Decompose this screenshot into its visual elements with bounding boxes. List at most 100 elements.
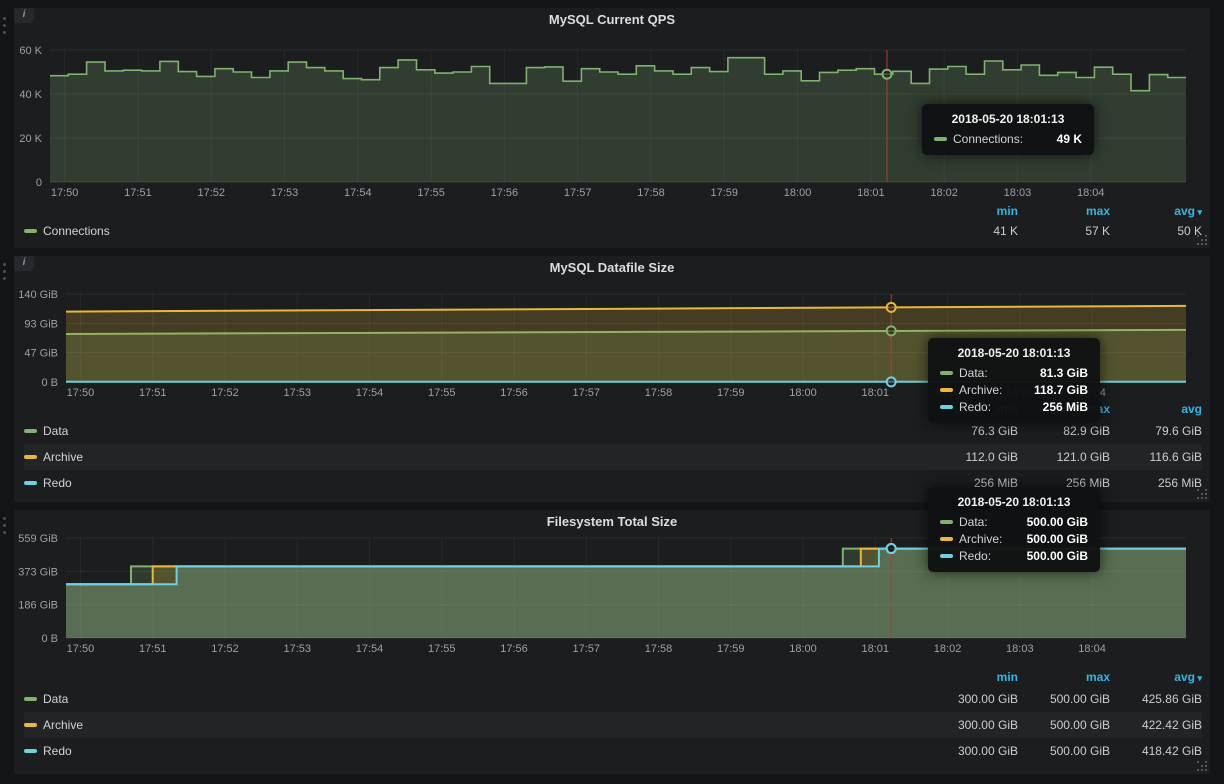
legend-series-row: Archive 112.0 GiB121.0 GiB116.6 GiB <box>24 444 1202 470</box>
legend-header-row: minmaxavg ▾ <box>24 202 1202 220</box>
x-axis-tick-label: 17:59 <box>717 387 745 399</box>
tooltip-series-name: Redo: <box>959 549 991 563</box>
legend-stat-value: 50 K <box>1110 224 1202 238</box>
x-axis-tick-label: 18:04 <box>1078 643 1106 655</box>
tooltip-timestamp: 2018-05-20 18:01:13 <box>940 346 1088 360</box>
x-axis-tick-label: 17:54 <box>356 387 384 399</box>
hover-point-marker <box>882 70 891 79</box>
x-axis-tick-label: 17:55 <box>417 187 445 199</box>
panel-resize-handle[interactable] <box>1197 489 1207 499</box>
x-axis-tick-label: 17:51 <box>124 187 152 199</box>
panel-resize-handle[interactable] <box>1197 761 1207 771</box>
y-axis-tick-label: 20 K <box>19 133 42 145</box>
panel-title[interactable]: MySQL Datafile Size <box>14 260 1210 275</box>
x-axis-tick-label: 17:58 <box>645 643 673 655</box>
y-axis-tick-label: 140 GiB <box>18 289 58 301</box>
legend-sort-max[interactable]: max <box>1018 204 1110 218</box>
hover-point-marker <box>887 544 896 553</box>
legend-stat-value: 116.6 GiB <box>1110 450 1202 464</box>
tooltip-series-value: 500.00 GiB <box>1013 515 1088 529</box>
series-color-swatch-icon <box>940 554 953 558</box>
legend-series-name: Archive <box>43 450 83 464</box>
legend-series-toggle[interactable]: Archive <box>24 718 926 732</box>
legend-sort-avg[interactable]: avg ▾ <box>1110 204 1202 218</box>
legend-stat-value: 112.0 GiB <box>926 450 1018 464</box>
x-axis-tick-label: 18:00 <box>789 387 817 399</box>
legend-series-row: Archive300.00 GiB500.00 GiB422.42 GiB <box>24 712 1202 738</box>
x-axis-tick-label: 17:56 <box>500 387 528 399</box>
legend-series-toggle[interactable]: Redo <box>24 476 926 490</box>
tooltip-timestamp: 2018-05-20 18:01:13 <box>934 112 1082 126</box>
legend-stat-value: 418.42 GiB <box>1110 744 1202 758</box>
x-axis-tick-label: 17:55 <box>428 387 456 399</box>
legend-series-name: Redo <box>43 744 72 758</box>
tooltip-series-value: 256 MiB <box>1029 400 1088 414</box>
x-axis-tick-label: 18:01 <box>862 643 890 655</box>
series-color-swatch-icon <box>24 749 37 753</box>
tooltip-series-name: Redo: <box>959 400 991 414</box>
x-axis-tick-label: 17:51 <box>139 643 167 655</box>
x-axis-tick-label: 18:02 <box>934 643 962 655</box>
panel-resize-handle[interactable] <box>1197 235 1207 245</box>
legend-stat-value: 57 K <box>1018 224 1110 238</box>
x-axis-tick-label: 17:53 <box>283 643 311 655</box>
x-axis-tick-label: 18:00 <box>789 643 817 655</box>
legend-series-toggle[interactable]: Data <box>24 424 926 438</box>
legend-stat-value: 500.00 GiB <box>1018 692 1110 706</box>
tooltip-series-name: Data: <box>959 515 988 529</box>
x-axis-tick-label: 17:51 <box>139 387 167 399</box>
y-axis-tick-label: 559 GiB <box>18 533 58 545</box>
x-axis-tick-label: 17:50 <box>67 643 95 655</box>
legend-series-row: Redo300.00 GiB500.00 GiB418.42 GiB <box>24 738 1202 764</box>
legend-series-name: Data <box>43 692 68 706</box>
panel-title[interactable]: MySQL Current QPS <box>14 12 1210 27</box>
hover-tooltip-qps: 2018-05-20 18:01:13 Connections:49 K <box>922 104 1094 155</box>
x-axis-tick-label: 17:58 <box>637 187 665 199</box>
legend: minmaxavg ▾ Connections 41 K57 K50 K <box>24 202 1202 242</box>
legend-sort-min[interactable]: min <box>926 204 1018 218</box>
x-axis-tick-label: 18:03 <box>1006 643 1034 655</box>
legend-series-toggle[interactable]: Redo <box>24 744 926 758</box>
x-axis-tick-label: 18:00 <box>784 187 812 199</box>
legend-stat-value: 82.9 GiB <box>1018 424 1110 438</box>
x-axis-tick-label: 17:53 <box>271 187 299 199</box>
legend-series-name: Data <box>43 424 68 438</box>
y-axis-tick-label: 0 B <box>41 377 58 389</box>
series-color-swatch-icon <box>24 697 37 701</box>
legend-sort-avg[interactable]: avg <box>1110 402 1202 416</box>
legend-series-row: Connections 41 K57 K50 K <box>24 220 1202 242</box>
y-axis-tick-label: 93 GiB <box>24 318 58 330</box>
y-axis-tick-label: 0 <box>36 177 42 189</box>
x-axis-tick-label: 17:57 <box>564 187 592 199</box>
legend-series-toggle[interactable]: Connections <box>24 224 926 238</box>
legend-stat-value: 500.00 GiB <box>1018 744 1110 758</box>
legend-stat-value: 256 MiB <box>1110 476 1202 490</box>
x-axis-tick-label: 17:53 <box>283 387 311 399</box>
x-axis-tick-label: 17:50 <box>51 187 79 199</box>
legend-series-name: Archive <box>43 718 83 732</box>
x-axis-tick-label: 17:54 <box>356 643 384 655</box>
row-drag-handle[interactable] <box>2 16 8 36</box>
x-axis-tick-label: 17:50 <box>67 387 95 399</box>
legend-series-toggle[interactable]: Data <box>24 692 926 706</box>
legend-stat-value: 41 K <box>926 224 1018 238</box>
y-axis-tick-label: 40 K <box>19 89 42 101</box>
tooltip-series-row: Archive:500.00 GiB <box>940 532 1088 546</box>
legend-sort-avg[interactable]: avg ▾ <box>1110 670 1202 684</box>
legend-sort-min[interactable]: min <box>926 670 1018 684</box>
sort-caret-icon: ▾ <box>1195 207 1202 217</box>
x-axis-tick-label: 17:57 <box>572 387 600 399</box>
tooltip-series-name: Data: <box>959 366 988 380</box>
x-axis-tick-label: 17:57 <box>572 643 600 655</box>
x-axis-tick-label: 18:01 <box>857 187 885 199</box>
legend-stat-value: 121.0 GiB <box>1018 450 1110 464</box>
legend-series-toggle[interactable]: Archive <box>24 450 926 464</box>
legend-sort-max[interactable]: max <box>1018 670 1110 684</box>
legend-series-name: Connections <box>43 224 110 238</box>
tooltip-series-value: 500.00 GiB <box>1013 532 1088 546</box>
y-axis-tick-label: 47 GiB <box>24 348 58 360</box>
row-drag-handle[interactable] <box>2 516 8 536</box>
hover-point-marker <box>887 303 896 312</box>
tooltip-series-row: Connections:49 K <box>934 132 1082 146</box>
row-drag-handle[interactable] <box>2 262 8 282</box>
